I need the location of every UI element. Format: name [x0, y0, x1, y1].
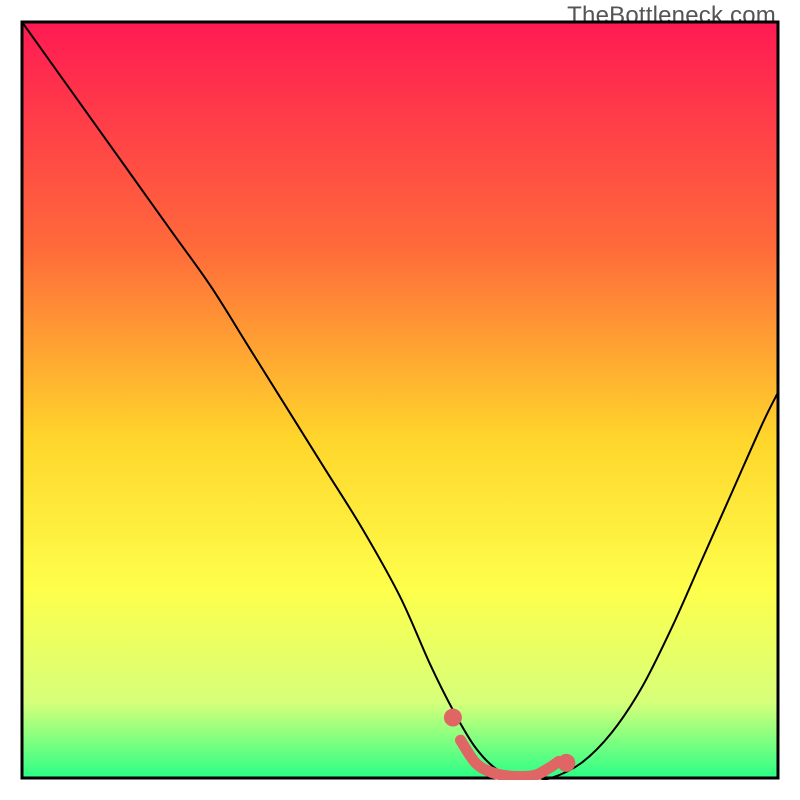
trough-start-marker [444, 709, 462, 727]
trough-end-marker [557, 754, 575, 772]
chart-svg [20, 20, 780, 780]
gradient-background [22, 22, 778, 778]
chart-frame: TheBottleneck.com [0, 0, 800, 800]
plot-area [20, 20, 780, 780]
